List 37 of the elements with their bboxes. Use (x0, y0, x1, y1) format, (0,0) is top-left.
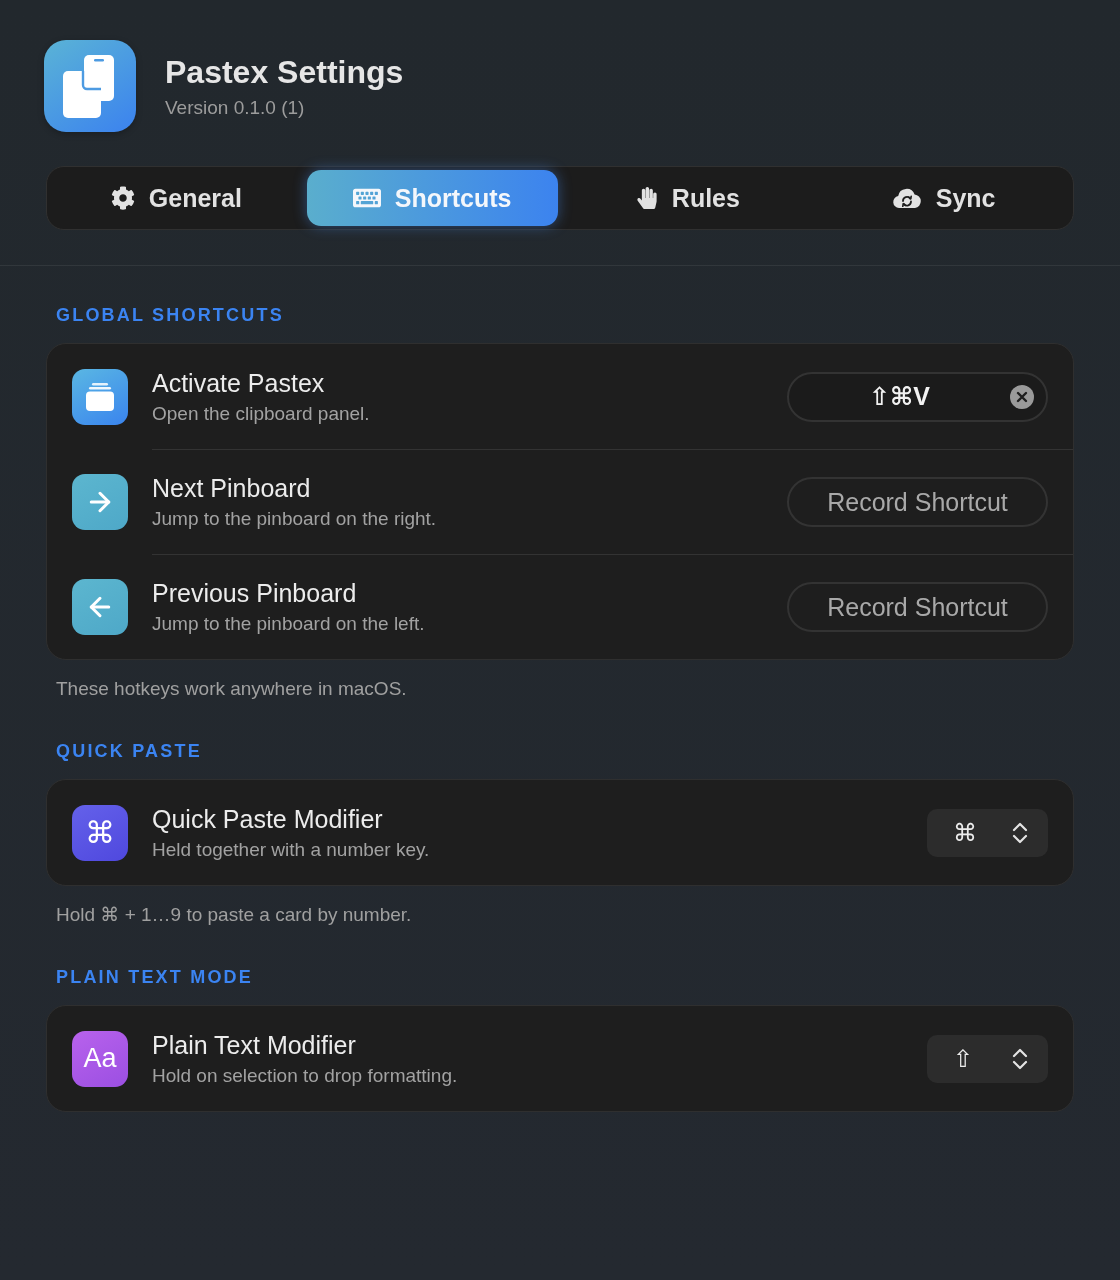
modifier-picker[interactable]: ⇧ (927, 1034, 1048, 1083)
row-subtitle: Hold on selection to drop formatting. (152, 1063, 459, 1088)
shortcut-field[interactable]: ⇧⌘V (787, 371, 1048, 422)
version-text: Version 0.1.0 (1) (165, 95, 306, 120)
chevron-up-down-icon (1012, 1046, 1028, 1071)
chevron-up-down-icon (1012, 820, 1028, 845)
row-subtitle: Held together with a number key. (152, 837, 431, 862)
row-title: Quick Paste Modifier (152, 803, 384, 834)
note-text: Hold ⌘ + 1…9 to paste a card by number. (55, 904, 413, 926)
section-title: QUICK PASTE (55, 740, 203, 762)
section-title: GLOBAL SHORTCUTS (55, 304, 285, 326)
row-subtitle: Jump to the pinboard on the left. (152, 612, 426, 636)
app-title: Pastex Settings (165, 52, 404, 91)
tab[interactable]: Rules (562, 170, 814, 226)
hand-icon (635, 187, 658, 209)
arrow-right-icon (72, 473, 128, 530)
app-icon (44, 40, 136, 132)
row-title: Next Pinboard (152, 473, 312, 503)
settings-icon (110, 186, 135, 210)
note-text: These hotkeys work anywhere in macOS. (55, 678, 408, 700)
modifier-picker[interactable]: ⌘ (927, 808, 1048, 857)
text-format-icon: Aa (72, 1030, 128, 1087)
cloud-sync-icon (891, 187, 922, 209)
row-subtitle: Open the clipboard panel. (152, 401, 371, 426)
row-title: Activate Pastex (152, 367, 326, 398)
row-title: Previous Pinboard (152, 578, 358, 608)
command-icon: ⌘ (72, 804, 128, 861)
clear-icon[interactable] (1010, 384, 1034, 409)
record-shortcut-button[interactable]: Record Shortcut (787, 477, 1048, 527)
tab[interactable]: Sync (818, 170, 1069, 226)
arrow-left-icon (72, 578, 128, 635)
row-title: Plain Text Modifier (152, 1029, 357, 1060)
tab[interactable]: General (51, 170, 302, 226)
row-subtitle: Jump to the pinboard on the right. (152, 507, 438, 531)
record-shortcut-button[interactable]: Record Shortcut (787, 582, 1048, 632)
stack-icon (72, 368, 128, 425)
section-title: PLAIN TEXT MODE (55, 966, 254, 988)
